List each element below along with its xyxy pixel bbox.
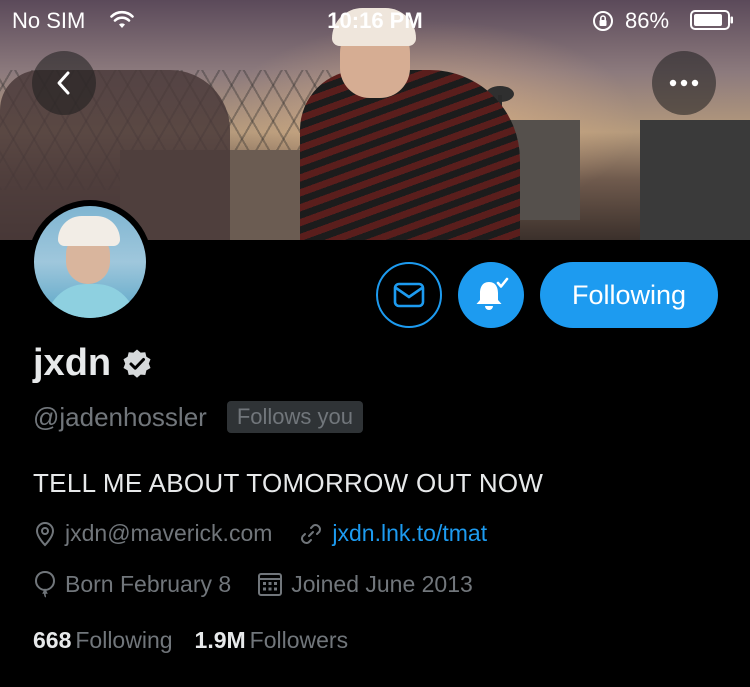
bell-check-icon <box>476 277 509 310</box>
battery-icon <box>690 10 733 30</box>
birthday-item: Born February 8 <box>33 570 231 598</box>
joined-item: Joined June 2013 <box>257 571 473 598</box>
status-bar: No SIM 10:16 PM 86% <box>0 0 750 40</box>
battery-percent: 86% <box>625 8 670 33</box>
calendar-icon <box>258 573 283 596</box>
website-item[interactable]: jxdn.lnk.to/tmat <box>298 520 487 547</box>
location-item: jxdn@maverick.com <box>33 520 272 547</box>
more-horizontal-icon <box>669 79 699 87</box>
follows-you-badge: Follows you <box>226 401 363 433</box>
verified-badge-icon <box>123 349 151 378</box>
balloon-icon <box>34 570 56 598</box>
follow-counts: 668 Following 1.9M Followers <box>33 627 370 654</box>
message-button[interactable] <box>376 262 442 328</box>
profile-meta-row-1: jxdn@maverick.com jxdn.lnk.to/tmat <box>33 520 513 547</box>
link-icon <box>301 523 322 544</box>
profile-avatar[interactable] <box>28 200 152 324</box>
profile-meta-row-2: Born February 8 Joined June 2013 <box>33 570 499 598</box>
followers-count: 1.9M <box>194 627 246 653</box>
followers-label: Followers <box>249 627 349 653</box>
avatar-shirt <box>46 284 136 318</box>
display-name: jxdn <box>33 342 112 384</box>
avatar-image <box>34 206 146 318</box>
orientation-lock-icon <box>593 11 613 31</box>
username-handle: @jadenhossler <box>33 401 207 432</box>
birthday-text: Born February 8 <box>65 570 232 597</box>
notifications-button[interactable] <box>458 262 524 328</box>
handle-row: @jadenhossler Follows you <box>33 401 363 433</box>
email-text: jxdn@maverick.com <box>65 520 273 546</box>
following-count-link[interactable]: 668 Following <box>33 627 173 654</box>
following-button[interactable]: Following <box>540 262 718 328</box>
location-pin-icon <box>35 521 55 546</box>
following-count: 668 <box>33 627 72 653</box>
followers-count-link[interactable]: 1.9M Followers <box>195 627 349 654</box>
envelope-icon <box>393 282 425 308</box>
profile-bio: TELL ME ABOUT TOMORROW OUT NOW <box>33 468 544 498</box>
back-button[interactable] <box>32 51 96 115</box>
profile-name-row: jxdn <box>33 342 153 385</box>
banner-junk <box>640 120 750 240</box>
website-link[interactable]: jxdn.lnk.to/tmat <box>332 520 487 547</box>
banner-person <box>300 70 520 240</box>
chevron-left-icon <box>57 71 70 95</box>
avatar-hair <box>58 216 120 246</box>
following-label: Following <box>75 627 173 653</box>
joined-text: Joined June 2013 <box>291 570 473 597</box>
more-button[interactable] <box>652 51 716 115</box>
